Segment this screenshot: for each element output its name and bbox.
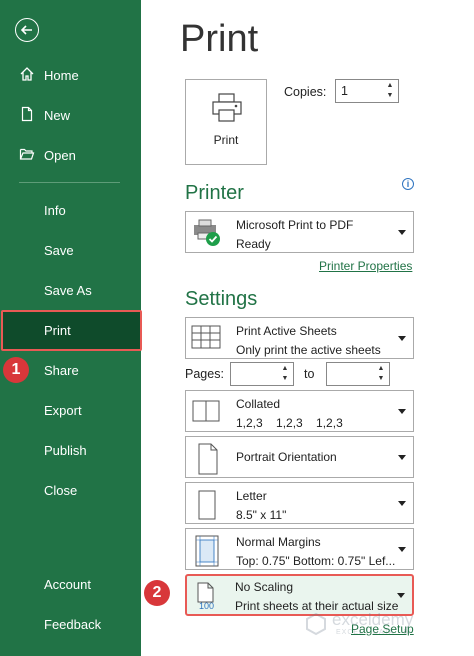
sidebar-item-home[interactable]: Home (0, 55, 141, 95)
info-icon[interactable]: i (402, 178, 414, 190)
orientation-title: Portrait Orientation (236, 450, 337, 464)
sidebar-item-label: Open (44, 147, 76, 163)
print-button-label: Print (213, 133, 239, 147)
portrait-page-icon (191, 442, 223, 476)
sheet-grid-icon (191, 323, 223, 357)
pages-label: Pages: (185, 367, 224, 381)
sidebar-item-export[interactable]: Export (0, 390, 141, 430)
stepper-arrows-icon[interactable]: ▲ ▼ (280, 364, 290, 384)
sidebar-item-label: Info (44, 202, 66, 218)
to-label: to (304, 367, 315, 381)
sidebar-item-account[interactable]: Account (0, 564, 141, 604)
sidebar-item-new[interactable]: New (0, 95, 141, 135)
sidebar-item-label: Save As (44, 282, 92, 298)
sidebar-item-publish[interactable]: Publish (0, 430, 141, 470)
print-what-dropdown[interactable]: Print Active Sheets Only print the activ… (185, 317, 414, 359)
sidebar-item-label: Home (44, 67, 79, 83)
page-title: Print (180, 18, 259, 60)
chevron-down-icon (398, 547, 406, 552)
sidebar-item-save[interactable]: Save (0, 230, 141, 270)
margins-icon (191, 534, 223, 568)
pages-to-stepper[interactable]: ▲ ▼ (326, 362, 390, 386)
sidebar-item-label: Account (44, 576, 91, 592)
callout-badge-2: 2 (144, 580, 170, 606)
exceldemy-logo-icon (306, 612, 326, 636)
printer-icon (210, 92, 244, 129)
sidebar-item-label: Share (44, 362, 79, 378)
backstage-sidebar: Home New Open Info Save Save As Print Sh… (0, 0, 142, 656)
sidebar-item-label: Close (44, 482, 78, 498)
copies-value: 1 (341, 84, 348, 98)
home-icon (19, 66, 37, 84)
stepper-arrows-icon[interactable]: ▲ ▼ (376, 364, 386, 384)
sidebar-item-label: Feedback (44, 616, 102, 632)
printer-properties-link[interactable]: Printer Properties (319, 259, 412, 273)
sidebar-item-feedback[interactable]: Feedback (0, 604, 141, 644)
print-what-title: Print Active Sheets (236, 324, 337, 338)
scaling-page-icon: 100 (194, 581, 226, 615)
watermark-name: exceldemy (332, 610, 414, 629)
print-button[interactable]: Print (185, 79, 267, 165)
new-file-icon (19, 106, 37, 124)
scaling-percent: 100 (199, 601, 215, 611)
orientation-dropdown[interactable]: Portrait Orientation (185, 436, 414, 478)
copies-stepper[interactable]: 1 ▲ ▼ (335, 79, 399, 103)
paper-size-desc: 8.5" x 11" (236, 508, 287, 522)
sidebar-item-info[interactable]: Info (0, 190, 141, 230)
exceldemy-watermark: exceldemy EXCEL · DATA · BI (304, 610, 449, 638)
sidebar-item-close[interactable]: Close (0, 470, 141, 510)
chevron-down-icon (397, 593, 405, 598)
callout-badge-1: 1 (3, 357, 29, 383)
printer-dropdown[interactable]: Microsoft Print to PDF Ready (185, 211, 414, 253)
chevron-down-icon (398, 501, 406, 506)
margins-title: Normal Margins (236, 535, 321, 549)
sidebar-item-print[interactable]: Print (1, 310, 142, 351)
printer-heading: Printer (185, 182, 244, 204)
sidebar-divider (19, 182, 120, 183)
margins-desc: Top: 0.75" Bottom: 0.75" Lef... (236, 554, 396, 568)
sidebar-item-save-as[interactable]: Save As (0, 270, 141, 310)
sidebar-item-open[interactable]: Open (0, 135, 141, 175)
paper-size-dropdown[interactable]: Letter 8.5" x 11" (185, 482, 414, 524)
sidebar-item-label: Save (44, 242, 74, 258)
paper-size-icon (191, 488, 223, 522)
printer-status: Ready (236, 237, 271, 251)
collated-icon (191, 396, 223, 430)
settings-heading: Settings (185, 288, 258, 310)
chevron-down-icon (398, 336, 406, 341)
watermark-tagline: EXCEL · DATA · BI (336, 629, 412, 636)
collation-desc: 1,2,3 1,2,3 1,2,3 (236, 416, 343, 430)
print-what-desc: Only print the active sheets (236, 343, 381, 357)
chevron-down-icon (398, 230, 406, 235)
printer-ready-icon (191, 217, 223, 251)
pages-from-stepper[interactable]: ▲ ▼ (230, 362, 294, 386)
paper-size-title: Letter (236, 489, 267, 503)
print-panel: Print Print Copies: 1 ▲ ▼ Printer i Micr… (141, 0, 474, 656)
back-arrow-icon[interactable] (15, 18, 39, 42)
sidebar-item-label: New (44, 107, 71, 123)
sidebar-item-label: Export (44, 402, 82, 418)
folder-open-icon (19, 146, 37, 164)
sidebar-item-label: Print (44, 323, 71, 338)
copies-label: Copies: (284, 85, 327, 99)
sidebar-item-label: Publish (44, 442, 87, 458)
scaling-title: No Scaling (235, 580, 294, 594)
collation-dropdown[interactable]: Collated 1,2,3 1,2,3 1,2,3 (185, 390, 414, 432)
stepper-arrows-icon[interactable]: ▲ ▼ (385, 81, 395, 101)
collation-title: Collated (236, 397, 281, 411)
printer-name: Microsoft Print to PDF (236, 218, 354, 232)
chevron-down-icon (398, 455, 406, 460)
margins-dropdown[interactable]: Normal Margins Top: 0.75" Bottom: 0.75" … (185, 528, 414, 570)
chevron-down-icon (398, 409, 406, 414)
